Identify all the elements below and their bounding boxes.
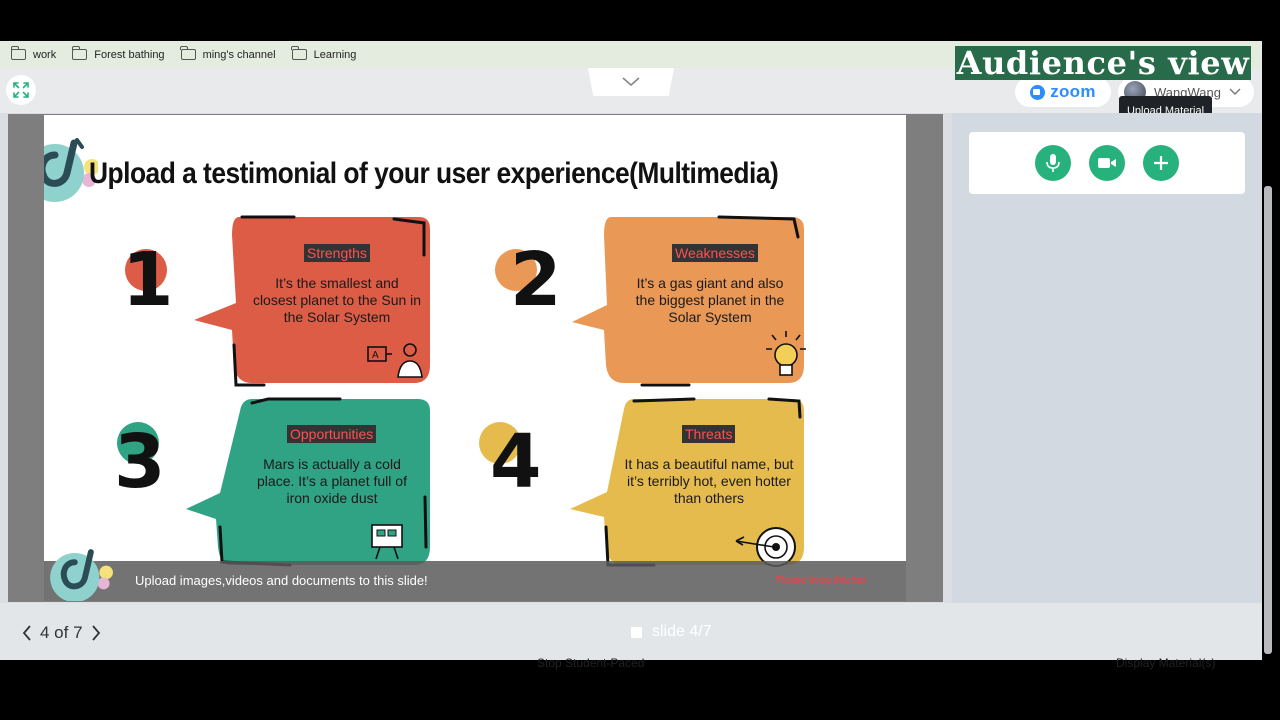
presentation-app: zoom WangWang Audience's view Upload Mat… (0, 44, 1262, 660)
card-number: 1 (122, 237, 174, 323)
whiteboard-icon (371, 524, 403, 560)
slide-title: Upload a testimonial of your user experi… (89, 157, 779, 190)
bookmark-label: ming's channel (202, 48, 276, 61)
folder-icon (291, 46, 307, 60)
video-camera-icon (1098, 158, 1116, 168)
bookmark-label: Learning (313, 48, 357, 61)
card-number: 3 (114, 419, 166, 505)
fullscreen-button[interactable] (6, 75, 36, 105)
slide-pager: 4 of 7 (22, 623, 101, 643)
folder-icon (71, 46, 88, 60)
upload-toolbar (969, 132, 1245, 194)
folder-icon (180, 46, 196, 60)
card-text: It’s the smallest and closest planet to … (252, 275, 422, 325)
chevron-right-icon[interactable] (91, 625, 101, 641)
bookmark-forest-bathing[interactable]: Forest bathing (71, 46, 165, 61)
zoom-label: zoom (1050, 82, 1096, 101)
card-text: Mars is actually a cold place. It’s a pl… (257, 456, 407, 506)
folder-icon (10, 46, 26, 60)
card-label: Opportunities (287, 425, 377, 443)
card-number: 4 (490, 419, 542, 505)
card-label: Strengths (304, 244, 370, 262)
page-counter: 4 of 7 (40, 623, 83, 642)
audience-view-label: Audience's view (956, 44, 1250, 82)
keep-bar-note: Please keep this bar (776, 575, 867, 586)
svg-text:A: A (372, 350, 379, 361)
app-logo-icon (50, 549, 113, 601)
card-label: Threats (682, 425, 736, 443)
upload-hint-bar: Upload images,videos and documents to th… (44, 549, 906, 601)
bookmark-label: work (33, 48, 57, 61)
behind-stop-student-paced: Stop Student-Paced (537, 656, 645, 670)
slide-stage: Upload a testimonial of your user experi… (8, 114, 943, 602)
slide-indicator-text: slide 4/7 (652, 623, 712, 640)
material-panel (952, 113, 1262, 603)
slide-indicator: slide 4/7 (631, 623, 712, 641)
upload-material-button[interactable] (1143, 145, 1179, 181)
plus-icon (1154, 156, 1168, 170)
chevron-down-icon (622, 77, 640, 87)
card-text: It’s a gas giant and also the biggest pl… (635, 275, 785, 325)
bottom-bar: 4 of 7 slide 4/7 (0, 603, 1262, 660)
bookmark-work[interactable]: work (10, 46, 57, 61)
bookmark-label: Forest bathing (94, 48, 165, 61)
audience-view-overlay: Audience's view (955, 44, 1251, 82)
upload-hint-text: Upload images,videos and documents to th… (135, 573, 428, 588)
top-bar: zoom WangWang Audience's view Upload Mat… (0, 44, 1262, 131)
slide: Upload a testimonial of your user experi… (44, 115, 906, 601)
zoom-logo-icon (1030, 84, 1046, 100)
chevron-left-icon[interactable] (22, 625, 32, 641)
screen: work Forest bathing ming's channel Learn… (0, 0, 1280, 720)
card-text: It has a beautiful name, but it’s terrib… (624, 456, 794, 506)
scrollbar[interactable] (1264, 186, 1272, 654)
microphone-icon (1046, 154, 1060, 172)
record-audio-button[interactable] (1035, 145, 1071, 181)
bookmark-mings-channel[interactable]: ming's channel (180, 46, 276, 61)
bookmark-learning[interactable]: Learning (291, 46, 357, 61)
collapse-toggle[interactable] (588, 68, 674, 96)
chevron-down-icon (1229, 88, 1241, 95)
behind-display-materials: Display Material(s) (1116, 656, 1216, 670)
lightbulb-icon (766, 331, 806, 376)
presenter-icon: A (367, 343, 423, 378)
card-number: 2 (510, 237, 562, 323)
card-label: Weaknesses (672, 244, 758, 262)
expand-icon (13, 82, 29, 98)
record-video-button[interactable] (1089, 145, 1125, 181)
square-icon (631, 626, 642, 638)
